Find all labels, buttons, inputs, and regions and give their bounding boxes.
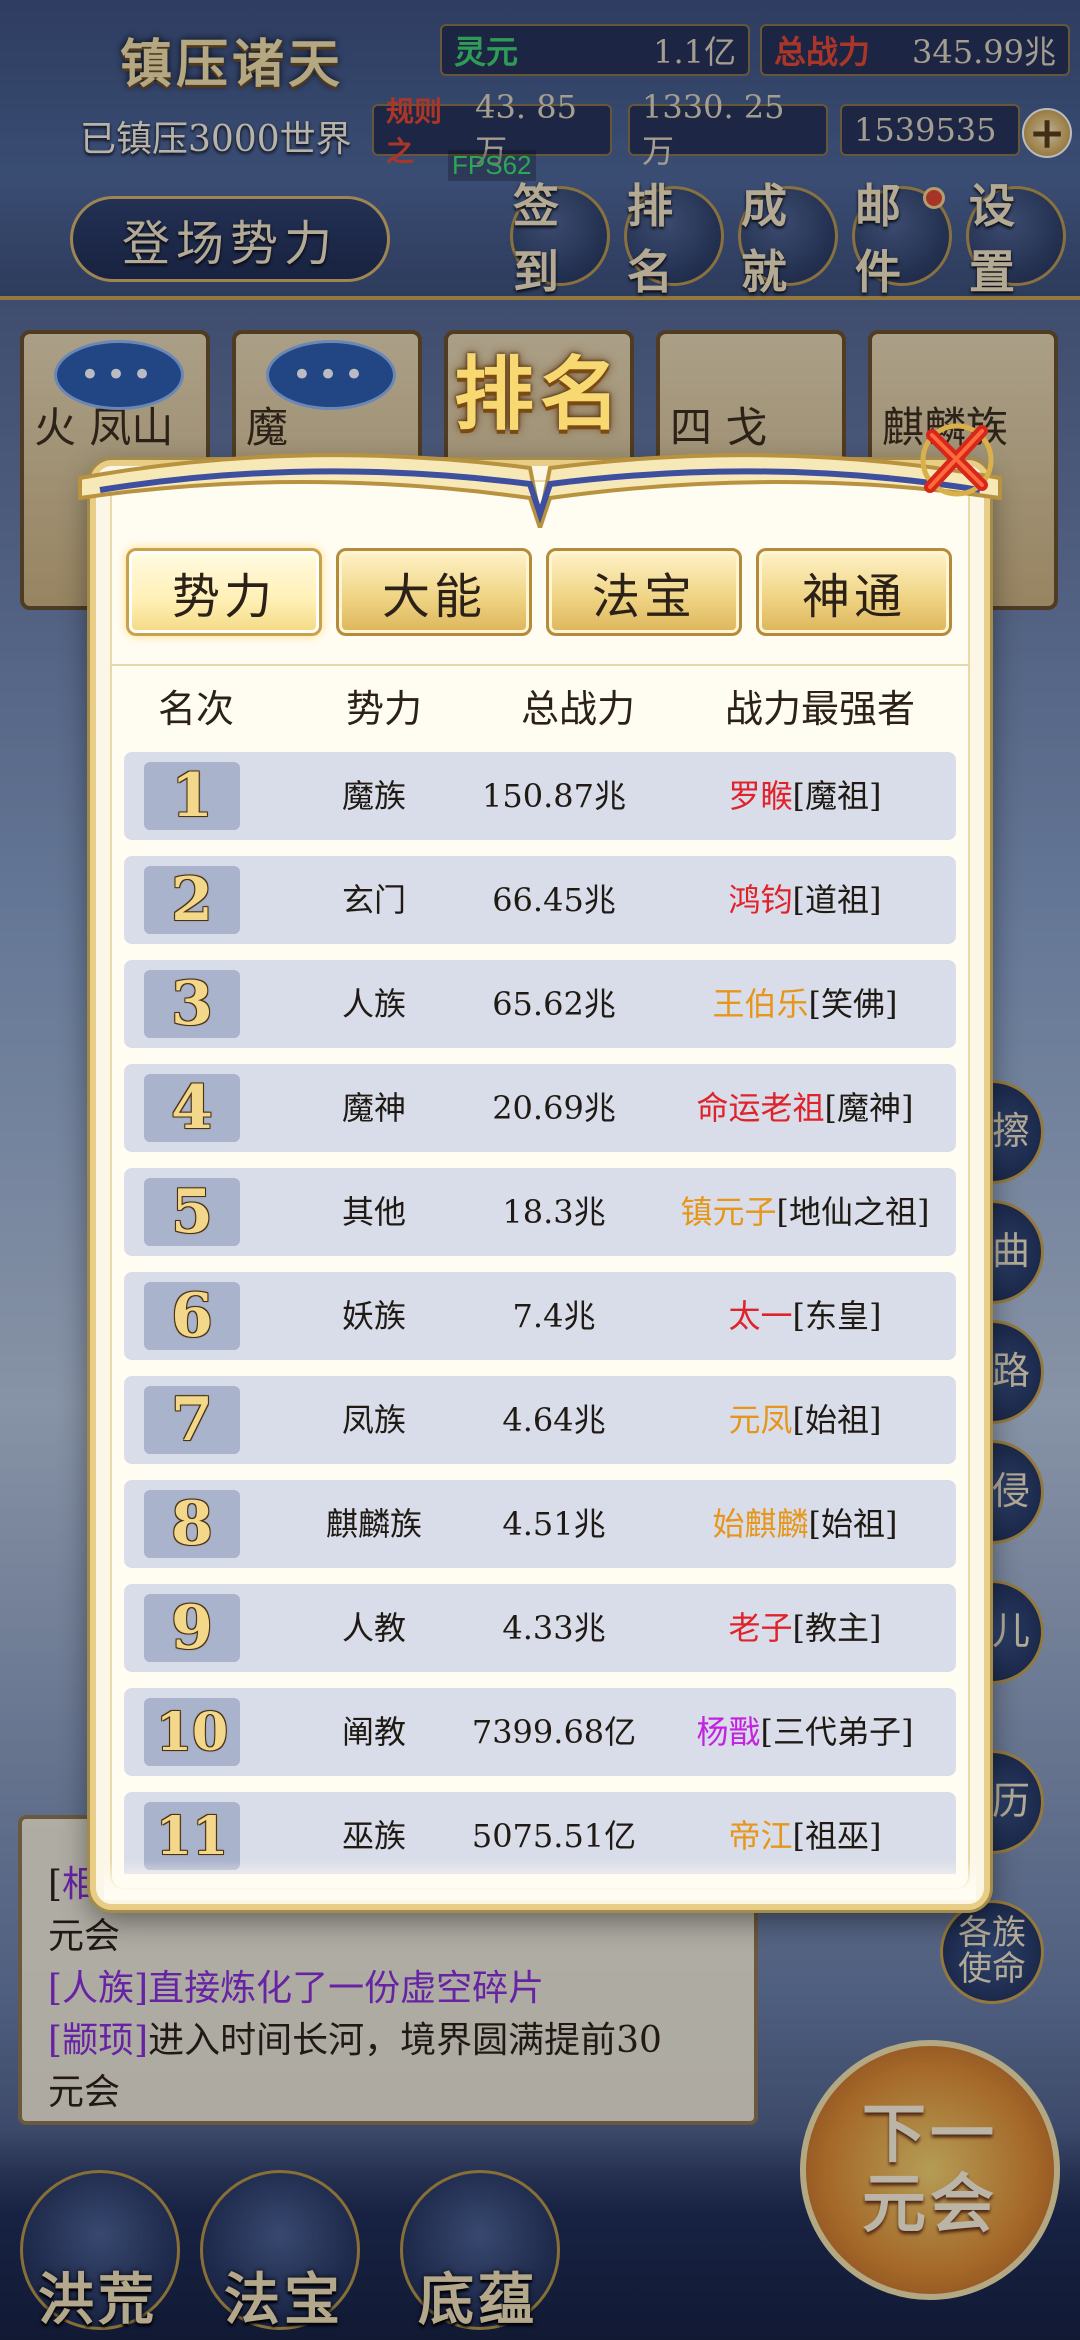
strongest-name: 始麒麟 [712, 1505, 809, 1543]
total-power-cell: 66.45兆 [492, 881, 616, 919]
total-power-cell: 4.51兆 [502, 1505, 606, 1543]
table-fade [104, 1860, 976, 1900]
strongest-name: 老子 [728, 1609, 793, 1647]
rank-badge: 3 [144, 969, 240, 1039]
strongest-name: 命运老祖 [696, 1089, 825, 1127]
strongest-title: [祖巫] [792, 1817, 882, 1855]
strongest-title: [道祖] [792, 881, 882, 919]
total-power-cell: 20.69兆 [492, 1089, 616, 1127]
rank-badge: 1 [144, 761, 240, 831]
total-power-cell: 150.87兆 [482, 777, 626, 815]
header-total-power: 总战力 [520, 687, 635, 731]
strongest-name: 镇元子 [680, 1193, 777, 1231]
strongest-title: [魔祖] [792, 777, 882, 815]
strongest-title: [笑佛] [808, 985, 898, 1023]
strongest-title: [始祖] [808, 1505, 898, 1543]
strongest-title: [始祖] [792, 1401, 882, 1439]
header-divider [110, 664, 970, 666]
rank-badge: 7 [144, 1385, 240, 1455]
tab-faction[interactable]: 势力 [126, 548, 322, 636]
strongest-cell: 鸿钧[道祖] [654, 856, 956, 944]
rank-badge: 6 [144, 1281, 240, 1351]
strongest-title: [教主] [792, 1609, 882, 1647]
faction-cell: 人教 [341, 1609, 406, 1647]
close-button[interactable] [912, 415, 1002, 505]
table-row[interactable]: 7 凤族 4.64兆 元凤[始祖] [124, 1376, 956, 1464]
strongest-title: [魔神] [824, 1089, 914, 1127]
table-row[interactable]: 10 阐教 7399.68亿 杨戬[三代弟子] [124, 1688, 956, 1776]
tab-treasure[interactable]: 法宝 [546, 548, 742, 636]
strongest-name: 罗睺 [728, 777, 793, 815]
table-row[interactable]: 6 妖族 7.4兆 太一[东皇] [124, 1272, 956, 1360]
rank-badge: 10 [144, 1698, 240, 1766]
strongest-cell: 命运老祖[魔神] [654, 1064, 956, 1152]
strongest-cell: 老子[教主] [654, 1584, 956, 1672]
faction-cell: 魔族 [341, 777, 406, 815]
strongest-cell: 太一[东皇] [654, 1272, 956, 1360]
faction-cell: 玄门 [341, 881, 406, 919]
strongest-cell: 元凤[始祖] [654, 1376, 956, 1464]
strongest-name: 太一 [728, 1297, 793, 1335]
rank-badge: 2 [144, 865, 240, 935]
table-row[interactable]: 3 人族 65.62兆 王伯乐[笑佛] [124, 960, 956, 1048]
total-power-cell: 4.64兆 [502, 1401, 606, 1439]
table-row[interactable]: 4 魔神 20.69兆 命运老祖[魔神] [124, 1064, 956, 1152]
table-row[interactable]: 8 麒麟族 4.51兆 始麒麟[始祖] [124, 1480, 956, 1568]
table-row[interactable]: 2 玄门 66.45兆 鸿钧[道祖] [124, 856, 956, 944]
faction-cell: 凤族 [341, 1401, 406, 1439]
strongest-cell: 杨戬[三代弟子] [654, 1688, 956, 1776]
total-power-cell: 7399.68亿 [471, 1713, 637, 1751]
header-strongest: 战力最强者 [724, 687, 915, 731]
faction-cell: 麒麟族 [325, 1505, 422, 1543]
strongest-cell: 罗睺[魔祖] [654, 752, 956, 840]
faction-cell: 人族 [341, 985, 406, 1023]
strongest-title: [三代弟子] [760, 1713, 914, 1751]
total-power-cell: 7.4兆 [512, 1297, 596, 1335]
faction-cell: 其他 [341, 1193, 406, 1231]
strongest-cell: 始麒麟[始祖] [654, 1480, 956, 1568]
strongest-title: [东皇] [792, 1297, 882, 1335]
faction-cell: 魔神 [341, 1089, 406, 1127]
strongest-name: 杨戬 [696, 1713, 761, 1751]
rank-badge: 4 [144, 1073, 240, 1143]
header-rank: 名次 [157, 687, 234, 731]
strongest-cell: 镇元子[地仙之祖] [654, 1168, 956, 1256]
strongest-title: [地仙之祖] [776, 1193, 930, 1231]
ranking-title: 排名 [454, 347, 626, 441]
table-row[interactable]: 1 魔族 150.87兆 罗睺[魔祖] [124, 752, 956, 840]
table-row[interactable]: 5 其他 18.3兆 镇元子[地仙之祖] [124, 1168, 956, 1256]
strongest-name: 元凤 [728, 1401, 793, 1439]
strongest-name: 鸿钧 [728, 881, 793, 919]
close-icon [920, 423, 994, 497]
strongest-cell: 王伯乐[笑佛] [654, 960, 956, 1048]
total-power-cell: 18.3兆 [502, 1193, 606, 1231]
rank-badge: 5 [144, 1177, 240, 1247]
table-row[interactable]: 9 人教 4.33兆 老子[教主] [124, 1584, 956, 1672]
total-power-cell: 65.62兆 [492, 985, 616, 1023]
faction-cell: 妖族 [341, 1297, 406, 1335]
header-faction: 势力 [345, 687, 422, 731]
strongest-name: 帝江 [728, 1817, 793, 1855]
tab-divine-ability[interactable]: 神通 [756, 548, 952, 636]
ranking-table[interactable]: 1 魔族 150.87兆 罗睺[魔祖] 2 玄门 66.45兆 鸿钧[道祖] 3 人族 65.62兆… [124, 752, 956, 1874]
tab-great-power[interactable]: 大能 [336, 548, 532, 636]
faction-cell: 阐教 [341, 1713, 406, 1751]
total-power-cell: 4.33兆 [502, 1609, 606, 1647]
rank-badge: 8 [144, 1489, 240, 1559]
strongest-name: 王伯乐 [712, 985, 809, 1023]
rank-badge: 9 [144, 1593, 240, 1663]
